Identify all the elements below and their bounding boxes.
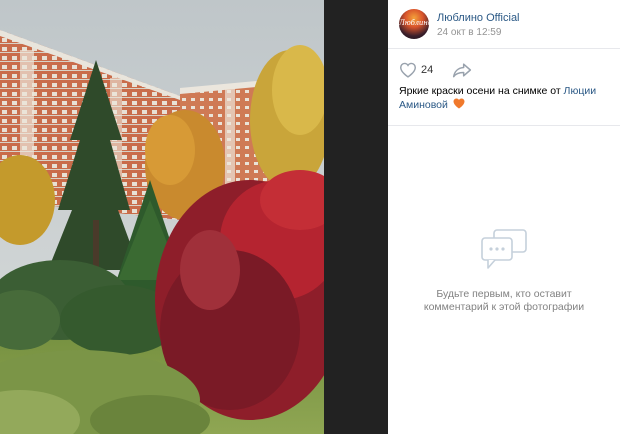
orange-heart-icon	[453, 98, 465, 109]
post-actions: 24	[399, 60, 609, 80]
share-button[interactable]	[452, 62, 474, 78]
empty-line-1: Будьте первым, кто оставит	[436, 288, 572, 300]
like-button[interactable]: 24	[399, 60, 439, 80]
photo-viewer	[0, 0, 388, 434]
avatar-logo: Люблино	[399, 19, 429, 27]
comments-empty-message: Будьте первым, кто оставит комментарий к…	[404, 288, 604, 314]
comments-empty-icon	[481, 229, 527, 269]
author-link[interactable]: Люблино Official	[437, 12, 520, 24]
post-side-panel: Люблино Люблино Official 24 окт в 12:59 …	[388, 0, 620, 434]
divider	[388, 125, 620, 126]
caption-text: Яркие краски осени на снимке от	[399, 85, 564, 97]
post-caption: Яркие краски осени на снимке от Люции Ам…	[399, 85, 611, 112]
like-count: 24	[421, 64, 434, 76]
heart-outline-icon	[399, 62, 417, 78]
avatar[interactable]: Люблино	[399, 9, 429, 39]
share-arrow-icon	[452, 63, 472, 78]
post-date[interactable]: 24 окт в 12:59	[437, 27, 501, 38]
post-header: Люблино Люблино Official 24 окт в 12:59	[388, 0, 620, 49]
empty-line-2: комментарий к этой фотографии	[423, 301, 585, 313]
autumn-photo[interactable]	[0, 0, 324, 434]
